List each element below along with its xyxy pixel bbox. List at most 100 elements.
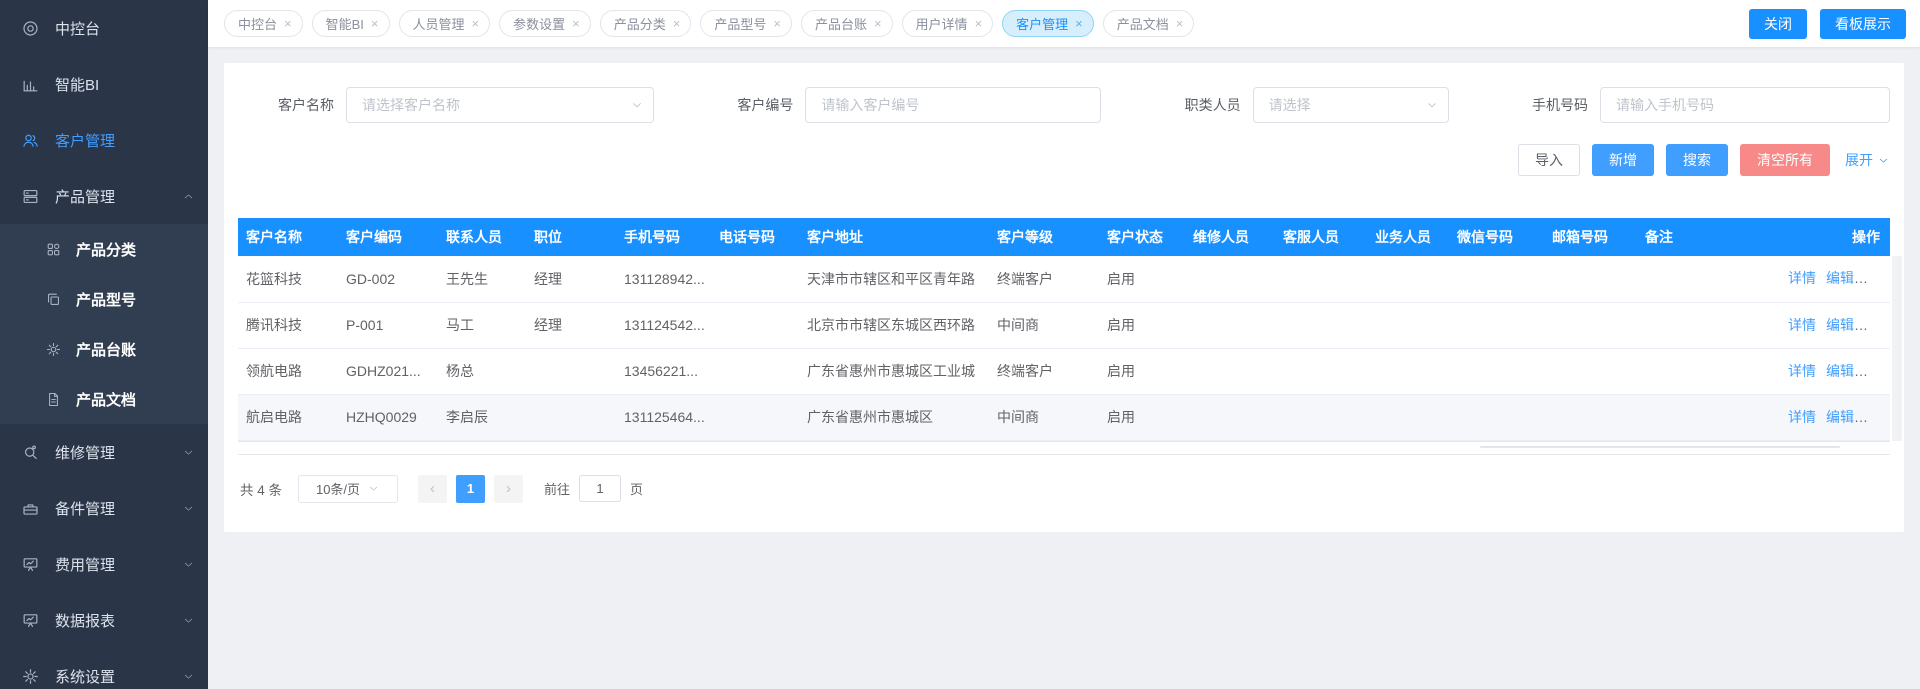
tab-staff-mgmt[interactable]: 人员管理×: [399, 10, 491, 37]
goto-page-input[interactable]: [579, 475, 621, 502]
filter-label: 客户编号: [737, 95, 793, 115]
sidebar-item-smart-bi[interactable]: 智能BI: [0, 56, 208, 112]
page-number-button[interactable]: 1: [456, 475, 485, 503]
tab-label: 产品台账: [815, 14, 867, 33]
tab-customer-mgmt[interactable]: 客户管理×: [1002, 10, 1094, 37]
cell-sales-staff: [1367, 256, 1449, 302]
table-vertical-scrollbar[interactable]: [1892, 256, 1902, 441]
chevron-up-icon: [182, 190, 195, 203]
cell-wechat: [1449, 348, 1544, 394]
sidebar-item-console[interactable]: 中控台: [0, 0, 208, 56]
tab-product-category[interactable]: 产品分类×: [600, 10, 692, 37]
sidebar-item-data-report[interactable]: 数据报表: [0, 592, 208, 648]
tab-close-icon[interactable]: ×: [1176, 17, 1184, 30]
import-button[interactable]: 导入: [1518, 144, 1580, 176]
board-display-button[interactable]: 看板展示: [1820, 9, 1906, 39]
tab-close-icon[interactable]: ×: [773, 17, 781, 30]
tab-close-icon[interactable]: ×: [472, 17, 480, 30]
tab-close-icon[interactable]: ×: [975, 17, 983, 30]
clear-all-button[interactable]: 清空所有: [1740, 144, 1830, 176]
goto-page: 前往 页: [544, 475, 643, 502]
sidebar-item-label: 产品管理: [55, 186, 182, 207]
table-horizontal-scrollbar[interactable]: [238, 441, 1890, 455]
cell-mobile: 131124542...: [616, 302, 711, 348]
edit-link[interactable]: 编辑: [1826, 317, 1854, 333]
goto-label: 前往: [544, 479, 570, 498]
column-header-maintainer: 维修人员: [1185, 218, 1275, 256]
bi-chart-icon: [21, 75, 40, 94]
sidebar-item-spare-parts-mgmt[interactable]: 备件管理: [0, 480, 208, 536]
tab-console[interactable]: 中控台×: [224, 10, 303, 37]
cell-email: [1544, 394, 1637, 440]
tab-close-icon[interactable]: ×: [572, 17, 580, 30]
mobile-input[interactable]: [1600, 87, 1890, 123]
tab-user-detail[interactable]: 用户详情×: [902, 10, 994, 37]
tab-label: 参数设置: [513, 14, 565, 33]
cell-sales-staff: [1367, 302, 1449, 348]
cell-operation: 详情编辑删除禁用: [1770, 302, 1890, 348]
job-person-select[interactable]: [1253, 87, 1449, 123]
detail-link[interactable]: 详情: [1788, 409, 1816, 425]
tab-product-model[interactable]: 产品型号×: [700, 10, 792, 37]
next-page-button[interactable]: ›: [494, 475, 523, 503]
close-button[interactable]: 关闭: [1749, 9, 1807, 39]
filter-field-mobile: 手机号码: [1532, 87, 1890, 123]
delete-link[interactable]: 删除: [1871, 270, 1890, 286]
tab-close-icon[interactable]: ×: [673, 17, 681, 30]
customer-code-input[interactable]: [805, 87, 1101, 123]
page-suffix-label: 页: [630, 479, 643, 498]
tab-close-icon[interactable]: ×: [874, 17, 882, 30]
customer-name-select[interactable]: [346, 87, 654, 123]
sidebar-item-customer-mgmt[interactable]: 客户管理: [0, 112, 208, 168]
add-button[interactable]: 新增: [1592, 144, 1654, 176]
expand-toggle[interactable]: 展开: [1845, 150, 1890, 170]
pagination: 共 4 条 10条/页 ‹ 1 › 前往 页: [238, 475, 1890, 503]
cell-remark: [1637, 302, 1770, 348]
tab-param-settings[interactable]: 参数设置 ×: [499, 10, 591, 37]
column-header-email: 邮箱号码: [1544, 218, 1637, 256]
cell-remark: [1637, 394, 1770, 440]
prev-page-button[interactable]: ‹: [418, 475, 447, 503]
ledger-gear-icon: [45, 341, 62, 358]
cell-level: 终端客户: [989, 256, 1099, 302]
scrollbar-thumb[interactable]: [1480, 446, 1840, 448]
filter-field-customer-code: 客户编号: [737, 87, 1101, 123]
tab-close-icon[interactable]: ×: [284, 17, 292, 30]
page-size-select[interactable]: 10条/页: [298, 475, 398, 503]
column-header-mobile: 手机号码: [616, 218, 711, 256]
sidebar-item-product-category[interactable]: 产品分类: [0, 224, 208, 274]
tab-label: 智能BI: [326, 14, 364, 33]
edit-link[interactable]: 编辑: [1826, 363, 1854, 379]
tab-close-icon[interactable]: ×: [371, 17, 379, 30]
detail-link[interactable]: 详情: [1788, 317, 1816, 333]
tab-smart-bi[interactable]: 智能BI ×: [312, 10, 390, 37]
cell-remark: [1637, 348, 1770, 394]
table-wrap: 客户名称客户编码联系人员职位手机号码电话号码客户地址客户等级客户状态维修人员客服…: [238, 218, 1890, 455]
cell-telephone: [711, 302, 799, 348]
sidebar-item-product-ledger[interactable]: 产品台账: [0, 324, 208, 374]
tab-product-ledger[interactable]: 产品台账 ×: [801, 10, 893, 37]
sidebar-item-product-doc[interactable]: 产品文档: [0, 374, 208, 424]
sidebar-item-repair-mgmt[interactable]: 维修管理: [0, 424, 208, 480]
cell-customer-name: 花篮科技: [238, 256, 338, 302]
sidebar-item-label: 中控台: [55, 18, 195, 39]
sidebar-item-product-mgmt[interactable]: 产品管理: [0, 168, 208, 224]
cell-contact: 杨总: [438, 348, 526, 394]
edit-link[interactable]: 编辑: [1826, 409, 1854, 425]
detail-link[interactable]: 详情: [1788, 363, 1816, 379]
edit-link[interactable]: 编辑: [1826, 270, 1854, 286]
tab-product-doc[interactable]: 产品文档×: [1103, 10, 1195, 37]
sidebar-item-expense-mgmt[interactable]: 费用管理: [0, 536, 208, 592]
search-button[interactable]: 搜索: [1666, 144, 1728, 176]
sidebar-item-system-settings[interactable]: 系统设置: [0, 648, 208, 689]
chevron-down-icon: [182, 446, 195, 459]
sidebar-item-product-model[interactable]: 产品型号: [0, 274, 208, 324]
cell-position: 经理: [526, 302, 616, 348]
detail-link[interactable]: 详情: [1788, 270, 1816, 286]
cell-maintainer: [1185, 348, 1275, 394]
tab-close-icon[interactable]: ×: [1075, 17, 1083, 30]
cell-contact: 马工: [438, 302, 526, 348]
column-header-sales-staff: 业务人员: [1367, 218, 1449, 256]
cell-sales-staff: [1367, 394, 1449, 440]
cell-operation: 详情编辑删除禁用: [1770, 256, 1890, 302]
